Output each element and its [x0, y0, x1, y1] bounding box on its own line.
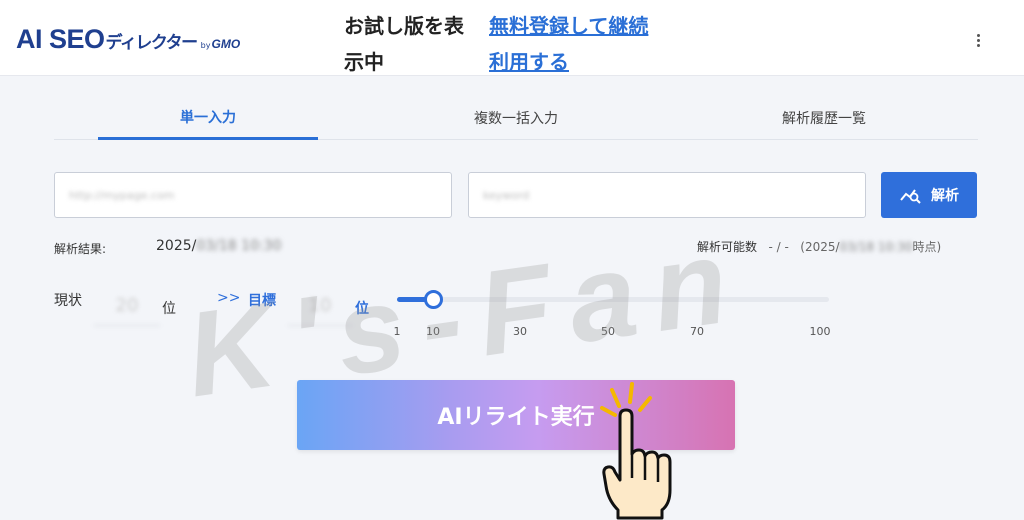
- analyze-button-label: 解析: [931, 188, 959, 204]
- current-rank-field[interactable]: 20: [94, 286, 160, 326]
- remaining-label: 解析可能数: [697, 240, 758, 254]
- slider-tick-30: 30: [513, 325, 527, 338]
- logo-by-text: by: [200, 41, 211, 50]
- remaining-date-hidden: 03/18 10:30: [839, 240, 913, 254]
- trial-status-text: お試し版を表示中: [344, 14, 464, 74]
- chart-search-icon: [900, 189, 921, 204]
- result-date-visible: 2025/: [156, 238, 197, 254]
- ai-rewrite-button[interactable]: AIリライト実行: [297, 380, 735, 450]
- slider-tick-100: 100: [809, 325, 831, 338]
- logo-gmo-text: GMO: [211, 37, 241, 51]
- result-date: 2025/03/18 10:30: [156, 238, 282, 254]
- current-rank-label: 現状: [54, 293, 82, 309]
- more-vertical-icon[interactable]: [966, 28, 990, 52]
- tab-single-input[interactable]: 単一入力: [98, 96, 318, 140]
- remaining-value: - / -: [768, 240, 789, 254]
- slider-tick-1: 1: [393, 325, 401, 338]
- target-rank-unit: 位: [355, 301, 369, 317]
- result-date-hidden: 03/18 10:30: [196, 238, 282, 254]
- register-link[interactable]: 無料登録して継続利用する: [489, 8, 661, 80]
- app-logo[interactable]: AI SEO ディレクター by GMO: [16, 24, 240, 55]
- current-rank-unit: 位: [162, 301, 176, 317]
- analyze-button[interactable]: 解析: [881, 172, 977, 218]
- target-rank-label: 目標: [248, 293, 276, 309]
- tab-bulk-input[interactable]: 複数一括入力: [406, 96, 626, 140]
- keyword-input[interactable]: keyword: [468, 172, 866, 218]
- tab-analysis-history[interactable]: 解析履歴一覧: [714, 96, 934, 140]
- keyword-input-placeholder: keyword: [483, 188, 530, 202]
- slider-tick-10: 10: [426, 325, 440, 338]
- logo-sub-text: ディレクター: [105, 33, 199, 53]
- input-mode-tabs: 単一入力 複数一括入力 解析履歴一覧: [54, 96, 978, 140]
- url-input-placeholder: http://mypage.com: [69, 188, 175, 202]
- target-rank-field[interactable]: 10: [288, 286, 352, 326]
- logo-main-text: AI SEO: [16, 24, 105, 54]
- url-input[interactable]: http://mypage.com: [54, 172, 452, 218]
- ai-rewrite-button-label: AIリライト実行: [437, 405, 595, 430]
- remaining-analyses: 解析可能数 - / - (2025/03/18 10:30時点): [697, 238, 941, 255]
- remaining-date-suffix: 時点): [912, 240, 942, 254]
- slider-tick-70: 70: [690, 325, 704, 338]
- result-label: 解析結果:: [54, 242, 107, 256]
- remaining-date-prefix: (2025/: [800, 240, 840, 254]
- slider-tick-50: 50: [601, 325, 615, 338]
- target-rank-slider[interactable]: [397, 297, 829, 302]
- app-header: AI SEO ディレクター by GMO お試し版を表示中 無料登録して継続利用…: [0, 0, 1024, 76]
- target-rank-slider-thumb[interactable]: [424, 290, 443, 309]
- arrow-icon: >>: [217, 290, 241, 306]
